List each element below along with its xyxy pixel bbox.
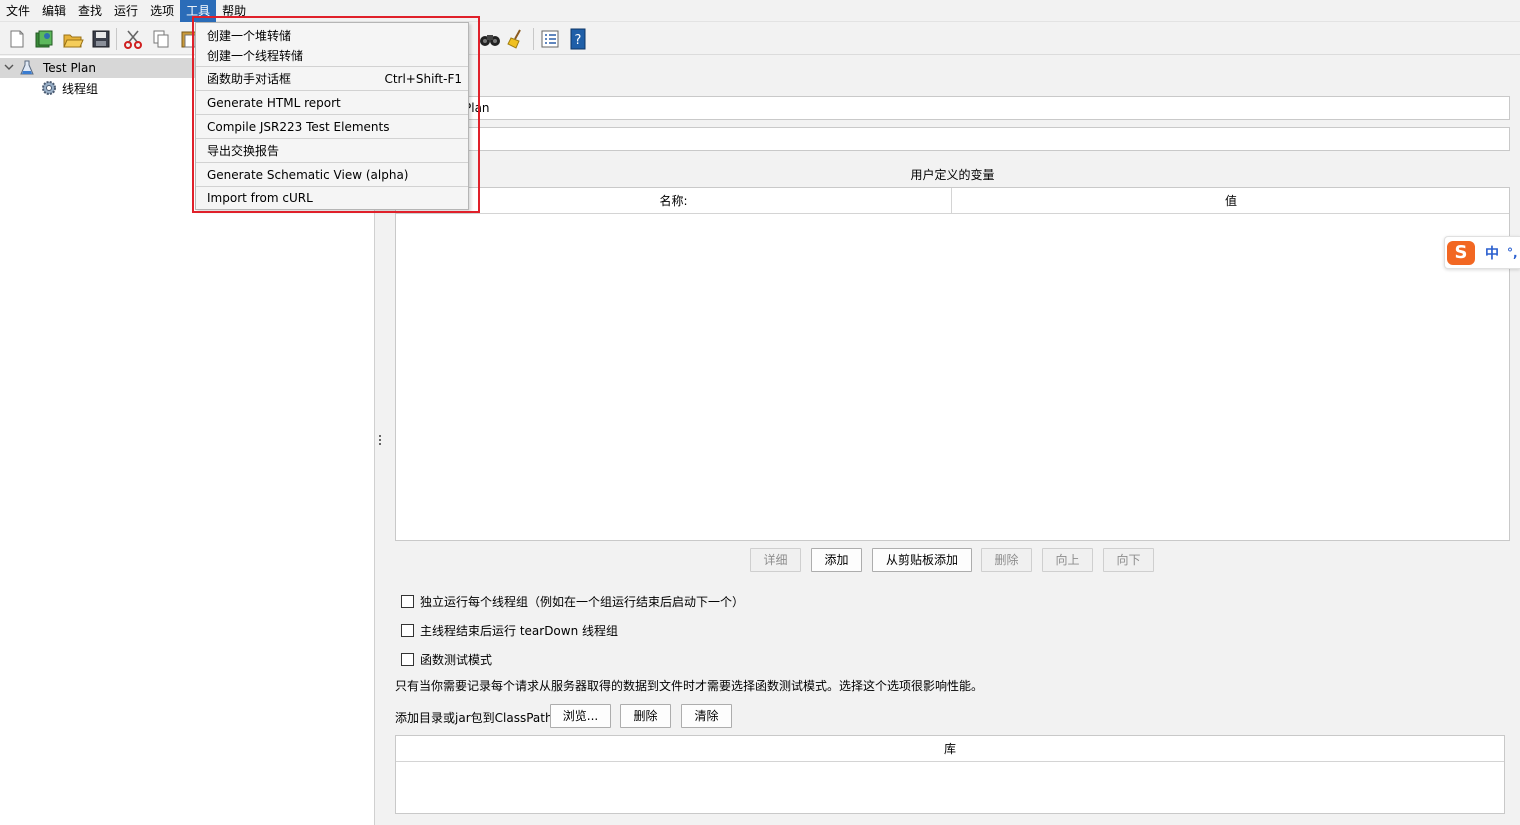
list-icon[interactable]	[538, 27, 562, 51]
copy-icon[interactable]	[149, 27, 173, 51]
menu-file[interactable]: 文件	[0, 0, 36, 22]
classpath-library-table[interactable]: 库	[395, 735, 1505, 814]
column-header-library[interactable]: 库	[396, 736, 1504, 761]
classpath-delete-button[interactable]: 删除	[620, 704, 671, 728]
menu-item-import-from-curl[interactable]: Import from cURL	[196, 187, 468, 209]
menu-item-label: Import from cURL	[207, 191, 313, 205]
delete-button[interactable]: 删除	[981, 548, 1032, 572]
test-plan-flask-icon	[17, 60, 37, 76]
move-up-button[interactable]: 向上	[1042, 548, 1093, 572]
menu-help[interactable]: 帮助	[216, 0, 252, 22]
classpath-clear-button[interactable]: 清除	[681, 704, 732, 728]
column-header-name[interactable]: 名称:	[396, 188, 952, 213]
classpath-label: 添加目录或jar包到ClassPath	[395, 711, 553, 725]
menu-item-label: 导出交换报告	[207, 144, 280, 158]
tree-node-label: Test Plan	[43, 61, 96, 75]
menu-run[interactable]: 运行	[108, 0, 144, 22]
gear-icon	[40, 80, 58, 96]
menu-item-generate-html-report[interactable]: Generate HTML report	[196, 91, 468, 114]
table-header: 库	[396, 736, 1504, 762]
help-book-icon[interactable]: ?	[566, 27, 590, 51]
add-button[interactable]: 添加	[811, 548, 862, 572]
menu-item-function-helper[interactable]: 函数助手对话框 Ctrl+Shift-F1	[196, 67, 468, 90]
functional-mode-checkbox[interactable]	[401, 652, 414, 666]
checkbox-label: 函数测试模式	[420, 652, 493, 667]
detail-button[interactable]: 详细	[750, 548, 801, 572]
ime-mode-label: 中	[1485, 245, 1499, 262]
sogou-logo-icon: S	[1447, 240, 1475, 265]
menu-item-heap-dump[interactable]: 创建一个堆转储	[196, 25, 468, 45]
serialize-threadgroups-checkbox[interactable]	[401, 594, 414, 608]
menu-item-compile-jsr223[interactable]: Compile JSR223 Test Elements	[196, 115, 468, 138]
table-header: 名称: 值	[396, 188, 1509, 214]
add-from-clipboard-button[interactable]: 从剪贴板添加	[872, 548, 972, 572]
teardown-on-shutdown-checkbox[interactable]	[401, 623, 414, 637]
menu-options[interactable]: 选项	[144, 0, 180, 22]
menu-tools[interactable]: 工具	[180, 0, 217, 22]
menu-edit[interactable]: 编辑	[36, 0, 72, 22]
user-variables-title: 用户定义的变量	[910, 168, 995, 182]
menu-item-label: 创建一个堆转储	[207, 28, 292, 43]
menu-item-export-transactions-report[interactable]: 导出交换报告	[196, 139, 468, 162]
templates-icon[interactable]	[32, 27, 56, 51]
ime-status-badge[interactable]: S 中 °,	[1444, 236, 1520, 269]
open-icon[interactable]	[61, 27, 85, 51]
tools-dropdown-menu: 创建一个堆转储 创建一个线程转储 函数助手对话框 Ctrl+Shift-F1 G…	[195, 22, 469, 210]
user-variables-table[interactable]: 名称: 值	[395, 187, 1510, 541]
menu-bar: 文件 编辑 查找 运行 选项 工具 帮助	[0, 0, 1520, 22]
menu-item-label: Generate HTML report	[207, 95, 341, 110]
menu-item-label: 函数助手对话框	[207, 72, 292, 86]
tree-node-label: 线程组	[62, 81, 99, 96]
save-icon[interactable]	[89, 27, 113, 51]
collapse-chevron-icon[interactable]	[1, 64, 17, 72]
functional-mode-option[interactable]: 函数测试模式	[401, 650, 492, 668]
menu-item-label: Generate Schematic View (alpha)	[207, 167, 409, 182]
menu-item-shortcut: Ctrl+Shift-F1	[384, 71, 462, 86]
checkbox-label: 主线程结束后运行 tearDown 线程组	[420, 623, 619, 638]
new-icon[interactable]	[5, 27, 29, 51]
menu-item-generate-schematic-view[interactable]: Generate Schematic View (alpha)	[196, 163, 468, 186]
cut-icon[interactable]	[121, 27, 145, 51]
ime-punct-label: °,	[1507, 245, 1518, 260]
menu-item-label: Compile JSR223 Test Elements	[207, 119, 390, 134]
checkbox-label: 独立运行每个线程组（例如在一个组运行结束后启动下一个）	[420, 594, 745, 609]
menu-item-label: 创建一个线程转储	[207, 49, 304, 63]
search-binoculars-icon[interactable]	[478, 27, 502, 51]
menu-item-thread-dump[interactable]: 创建一个线程转储	[196, 45, 468, 66]
comment-field[interactable]	[397, 127, 1510, 151]
browse-button[interactable]: 浏览...	[550, 704, 611, 728]
menu-search[interactable]: 查找	[72, 0, 108, 22]
move-down-button[interactable]: 向下	[1103, 548, 1154, 572]
svg-text:?: ?	[575, 33, 582, 48]
clear-broom-icon[interactable]	[505, 27, 529, 51]
serialize-threadgroups-option[interactable]: 独立运行每个线程组（例如在一个组运行结束后启动下一个）	[401, 592, 744, 610]
column-header-value[interactable]: 值	[953, 188, 1509, 213]
functional-mode-note: 只有当你需要记录每个请求从服务器取得的数据到文件时才需要选择函数测试模式。选择这…	[395, 679, 984, 693]
name-field[interactable]: Plan	[397, 96, 1510, 120]
teardown-on-shutdown-option[interactable]: 主线程结束后运行 tearDown 线程组	[401, 621, 618, 639]
